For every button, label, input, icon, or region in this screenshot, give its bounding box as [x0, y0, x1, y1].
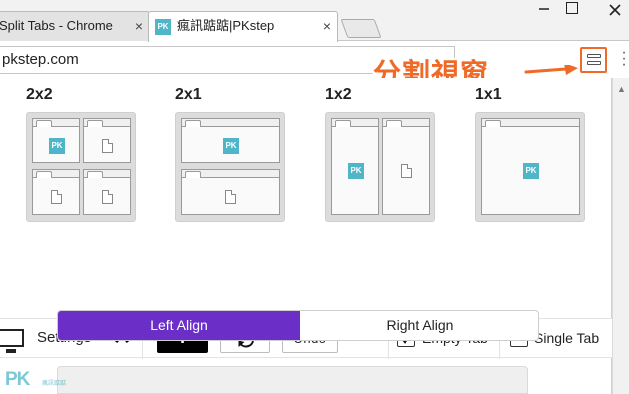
single-tab-label: Single Tab — [534, 330, 600, 346]
right-align-button[interactable]: Right Align — [300, 311, 538, 340]
layout-thumbnail[interactable]: PK — [325, 112, 435, 222]
pk-favicon-icon: PK — [49, 138, 65, 154]
pane-preview — [83, 169, 131, 215]
tab-title: 瘋訊踮踮|PKstep — [177, 18, 275, 33]
maximize-icon[interactable] — [566, 2, 578, 14]
layout-label: 2x2 — [26, 86, 53, 103]
layout-label: 1x2 — [325, 86, 352, 103]
tab-close-icon[interactable]: × — [135, 12, 143, 40]
pane-preview — [32, 169, 80, 215]
align-toggle: Left Align Right Align — [57, 310, 539, 341]
pkstep-watermark-logo: PK 瘋訊踮踮 — [4, 369, 76, 391]
more-menu-icon[interactable]: · · · — [619, 45, 629, 73]
pane-preview: PK — [331, 118, 379, 215]
monitor-icon[interactable] — [0, 329, 24, 353]
watermark-subtext: 瘋訊踮踮 — [42, 381, 67, 387]
new-tab-button[interactable] — [340, 19, 382, 38]
blank-page-icon — [102, 139, 113, 153]
tab-title: Split Tabs - Chrome 線上 — [0, 18, 117, 33]
layout-thumbnail[interactable]: PK — [26, 112, 136, 222]
pane-preview: PK — [32, 118, 80, 163]
blank-page-icon — [51, 190, 62, 204]
layout-option-2x1[interactable]: 2x1 PK — [175, 86, 285, 222]
pk-favicon-icon: PK — [223, 138, 239, 154]
layout-label: 1x1 — [475, 86, 502, 103]
layout-grid-icon — [587, 54, 601, 58]
pane-preview: PK — [181, 118, 280, 163]
pk-favicon-icon: PK — [155, 19, 171, 35]
pane-preview — [83, 118, 131, 163]
split-tabs-popup: 2x2 PK 2x1 PK 1x2 PK 1x1 PK Single Tab — [0, 78, 612, 394]
layout-option-2x2[interactable]: 2x2 PK — [26, 86, 136, 222]
pk-favicon-icon: PK — [523, 163, 539, 179]
watermark-text: PK — [5, 369, 30, 390]
pane-preview — [181, 169, 280, 215]
tab-strip: Split Tabs - Chrome 線上 × PK 瘋訊踮踮|PKstep … — [0, 0, 629, 42]
pk-favicon-icon: PK — [348, 163, 364, 179]
blank-page-icon — [102, 190, 113, 204]
split-tabs-extension-icon[interactable] — [580, 47, 607, 73]
browser-tab[interactable]: Split Tabs - Chrome 線上 × — [0, 11, 150, 41]
left-align-button[interactable]: Left Align — [58, 311, 300, 340]
tab-close-icon[interactable]: × — [323, 12, 331, 40]
layout-thumbnail[interactable]: PK — [475, 112, 585, 222]
layout-option-1x1[interactable]: 1x1 PK — [475, 86, 585, 222]
window-close-icon[interactable] — [600, 0, 629, 23]
minimize-icon[interactable] — [529, 2, 559, 19]
popup-scrollbar[interactable]: ▲ — [612, 78, 629, 394]
scroll-up-icon[interactable]: ▲ — [617, 84, 626, 94]
layout-thumbnail[interactable]: PK — [175, 112, 285, 222]
layout-label: 2x1 — [175, 86, 202, 103]
browser-tab-active[interactable]: PK 瘋訊踮踮|PKstep × — [148, 11, 338, 42]
blank-page-icon — [401, 164, 412, 178]
layout-option-1x2[interactable]: 1x2 PK — [325, 86, 435, 222]
callout-arrow-icon — [524, 65, 578, 75]
pane-preview: PK — [481, 118, 580, 215]
blank-page-icon — [225, 190, 236, 204]
pane-preview — [382, 118, 430, 215]
settings-field[interactable] — [57, 366, 528, 394]
layout-grid-icon — [587, 61, 601, 65]
